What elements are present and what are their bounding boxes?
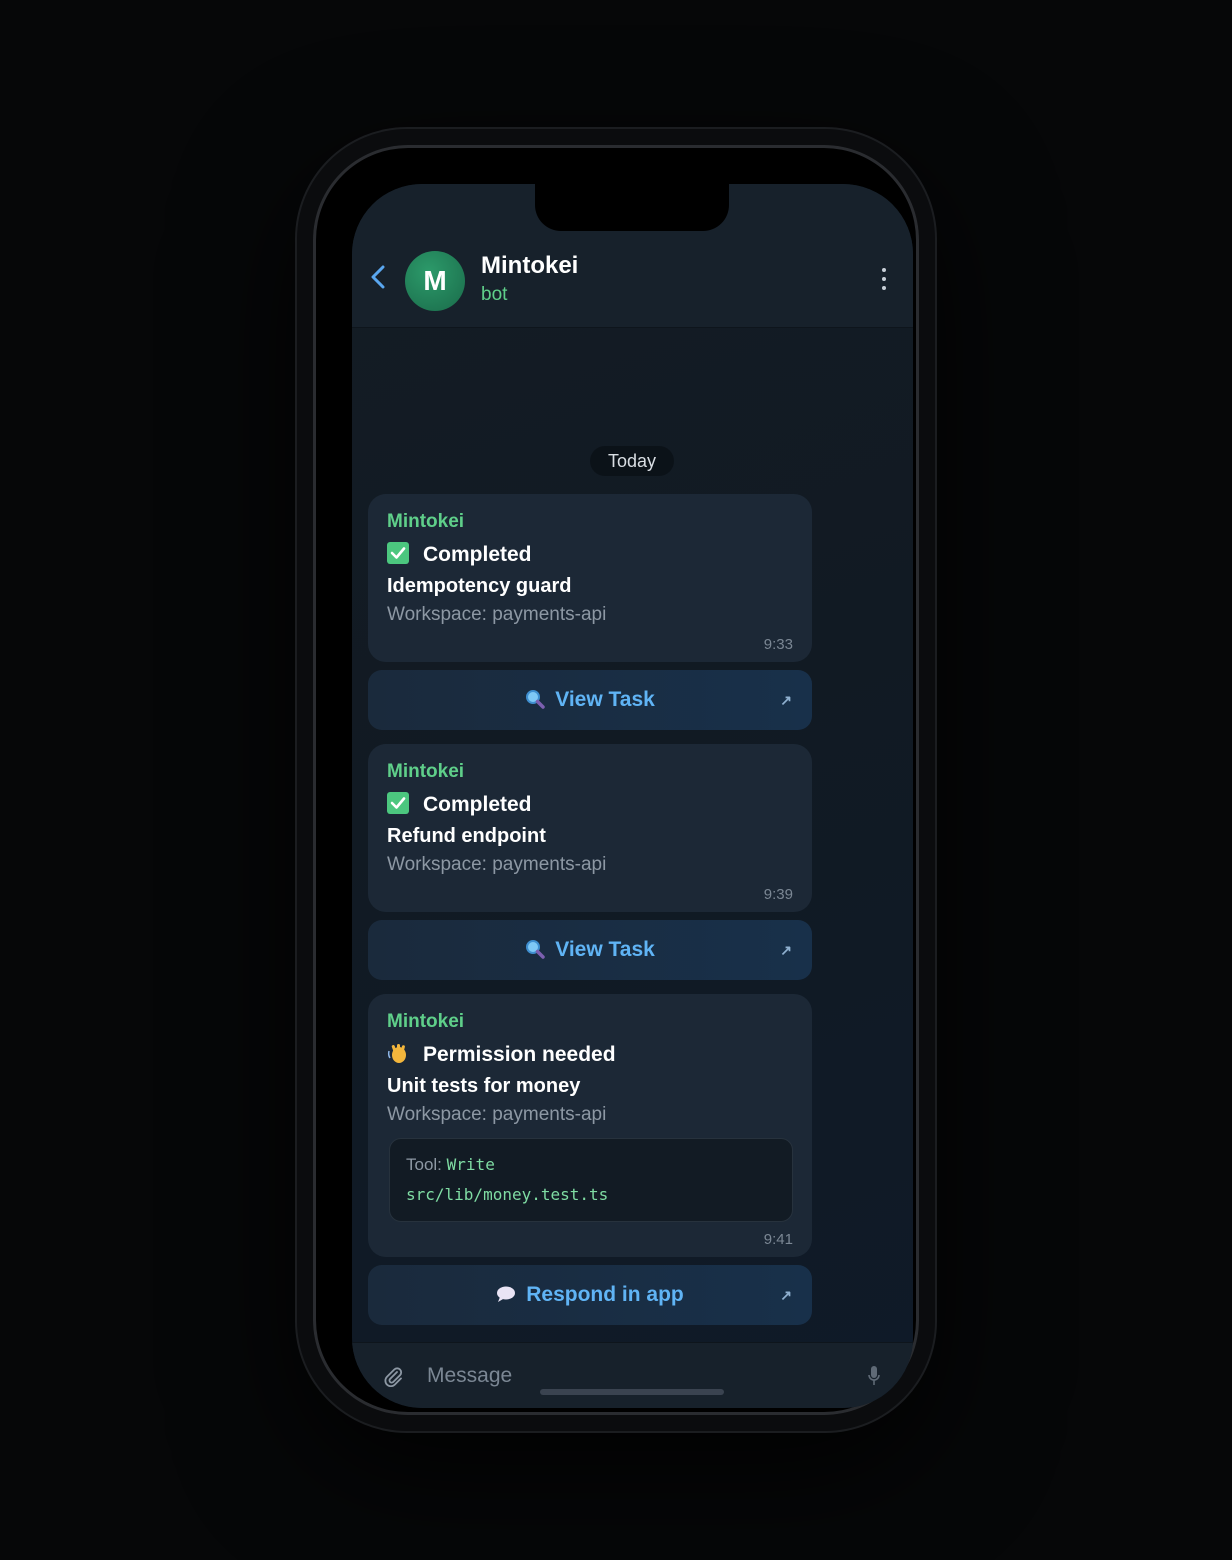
button-label: View Task — [555, 938, 655, 961]
waving-hand-icon — [387, 1044, 406, 1063]
date-separator: Today — [590, 446, 674, 476]
message-composer: Message — [352, 1342, 913, 1408]
button-label: View Task — [555, 688, 655, 711]
magnifier-icon — [526, 940, 545, 959]
message-time: 9:33 — [763, 636, 793, 653]
message-sender: Mintokei — [387, 761, 465, 782]
status-label: Permission needed — [423, 1043, 616, 1066]
home-indicator[interactable] — [540, 1389, 724, 1395]
workspace-label: Workspace: payments-api — [387, 604, 607, 625]
back-arrow-icon[interactable] — [370, 264, 394, 294]
task-title: Idempotency guard — [387, 575, 572, 597]
message-sender: Mintokei — [387, 511, 465, 532]
phone-frame: M Mintokei bot Today Mintokei Completed … — [297, 129, 935, 1431]
tool-name: Write — [446, 1155, 495, 1174]
status-label: Completed — [423, 793, 532, 816]
speech-bubble-icon — [497, 1286, 516, 1302]
view-task-button[interactable]: View Task ↗ — [368, 920, 812, 980]
view-task-button[interactable]: View Task ↗ — [368, 670, 812, 730]
chat-screen: M Mintokei bot Today Mintokei Completed … — [352, 184, 913, 1408]
contact-name[interactable]: Mintokei — [481, 252, 578, 280]
task-title: Refund endpoint — [387, 825, 546, 847]
tool-path: src/lib/money.test.ts — [406, 1185, 609, 1204]
tool-label: Tool: — [406, 1155, 442, 1174]
message-input[interactable]: Message — [427, 1364, 512, 1388]
status-label: Completed — [423, 543, 532, 566]
paperclip-icon[interactable] — [382, 1365, 404, 1387]
message-time: 9:39 — [763, 886, 793, 903]
tool-line: Tool: Write — [406, 1155, 495, 1175]
message-bubble: Mintokei Completed Idempotency guard Wor… — [368, 494, 812, 662]
notch — [535, 184, 729, 231]
task-title: Unit tests for money — [387, 1075, 581, 1097]
message-status: Permission needed — [387, 1042, 616, 1067]
message-status: Completed — [387, 542, 532, 567]
phone-bezel: M Mintokei bot Today Mintokei Completed … — [313, 145, 919, 1415]
avatar[interactable]: M — [405, 251, 465, 311]
magnifier-icon — [526, 690, 545, 709]
contact-status: bot — [481, 284, 508, 305]
message-bubble: Mintokei Permission needed Unit tests fo… — [368, 994, 812, 1257]
microphone-icon[interactable] — [867, 1365, 881, 1387]
button-label: Respond in app — [526, 1283, 684, 1306]
message-status: Completed — [387, 792, 532, 817]
external-link-icon: ↗ — [780, 942, 792, 958]
check-box-icon — [387, 542, 409, 564]
message-sender: Mintokei — [387, 1011, 465, 1032]
more-options-icon[interactable] — [874, 268, 894, 296]
tool-details-box: Tool: Write src/lib/money.test.ts — [389, 1138, 793, 1222]
workspace-label: Workspace: payments-api — [387, 1104, 607, 1125]
workspace-label: Workspace: payments-api — [387, 854, 607, 875]
check-box-icon — [387, 792, 409, 814]
message-bubble: Mintokei Completed Refund endpoint Works… — [368, 744, 812, 912]
respond-in-app-button[interactable]: Respond in app ↗ — [368, 1265, 812, 1325]
external-link-icon: ↗ — [780, 692, 792, 708]
message-time: 9:41 — [763, 1231, 793, 1248]
external-link-icon: ↗ — [780, 1287, 792, 1303]
